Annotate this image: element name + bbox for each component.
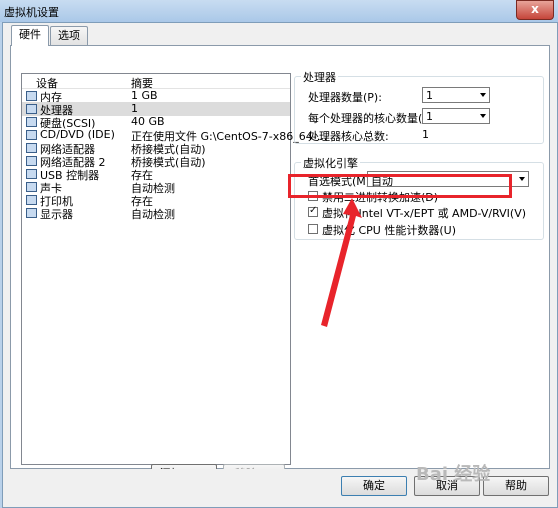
watermark: Bai 经验 [416, 464, 491, 485]
vm-settings-window: 虚拟机设置 x 硬件 选项 设备 摘要 内存 1 GB 处理器 1 硬盘(SCSI) 40… [0, 0, 558, 508]
annotation-arrow [321, 198, 362, 327]
tab-hardware[interactable]: 硬件 [11, 25, 49, 46]
